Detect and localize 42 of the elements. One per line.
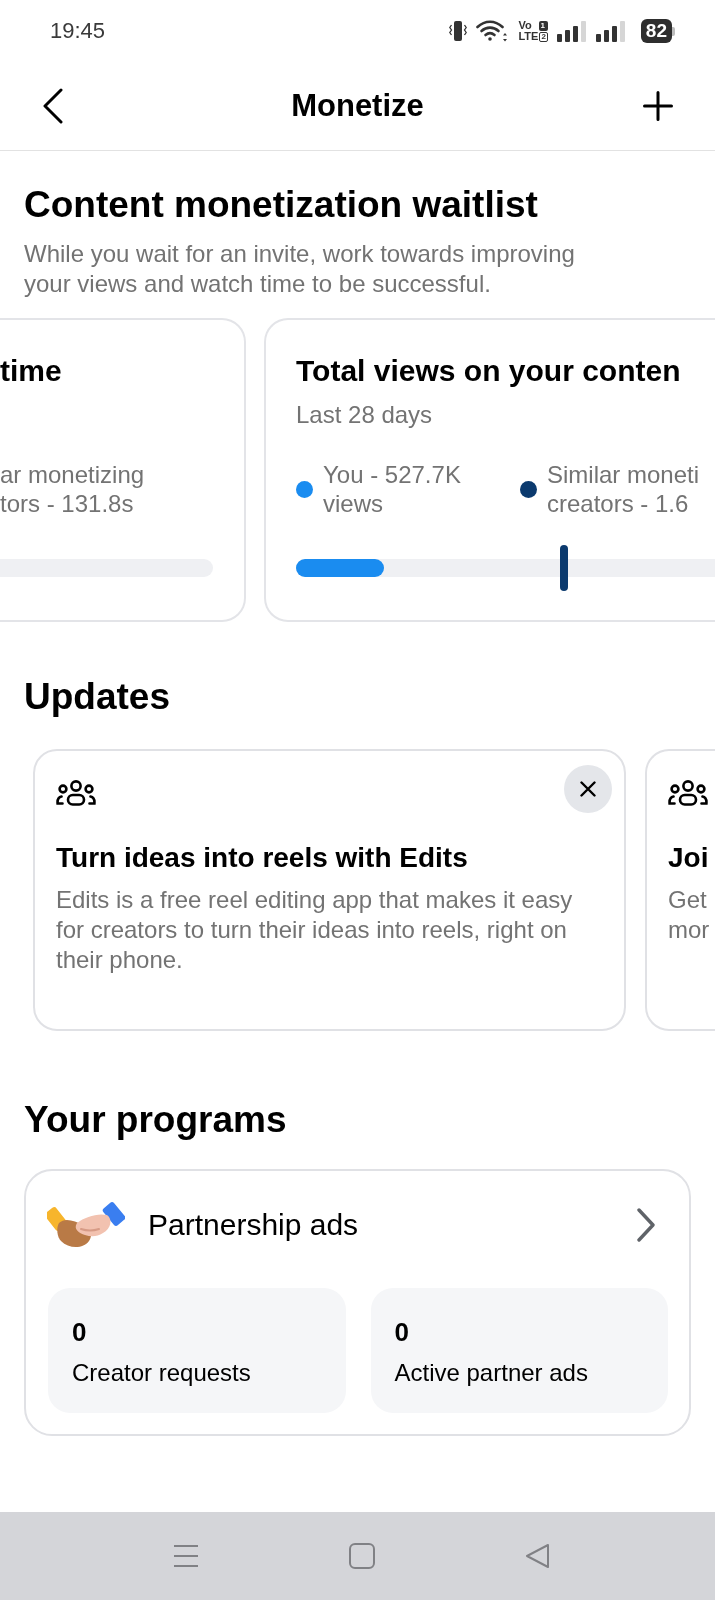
close-icon: [580, 781, 596, 797]
update-description: Edits is a free reel editing app that makes it easy for creators to turn their ideas into reels, right on their phone.: [56, 885, 574, 975]
network-label: LTE: [518, 31, 539, 42]
people-icon: [56, 779, 96, 807]
legend-label: ar monetizing tors - 131.8s: [0, 460, 145, 518]
section-heading: Your programs: [23, 1098, 288, 1142]
triangle-back-icon[interactable]: [525, 1543, 551, 1569]
close-button[interactable]: [564, 765, 612, 813]
add-button[interactable]: [643, 91, 673, 121]
program-name: Partnership ads: [148, 1207, 359, 1243]
status-time: 19:45: [50, 18, 106, 44]
program-card[interactable]: Partnership ads 0 Creator requests 0 Active partner ads: [24, 1169, 691, 1436]
square-icon[interactable]: [349, 1543, 375, 1569]
legend-label: Similar moneti creators - 1.6: [547, 460, 700, 518]
vibrate-icon: [449, 19, 468, 43]
network-label: Vo: [518, 20, 533, 31]
people-icon: [668, 779, 708, 807]
signal-icon: [595, 20, 626, 42]
section-description: While you wait for an invite, work towards improving your views and watch time to be successful.: [24, 239, 576, 299]
page-title: Monetize: [291, 87, 424, 125]
sim-badge: 1: [539, 20, 548, 31]
section-heading: Content monetization waitlist: [24, 183, 539, 227]
metric-title: time: [0, 353, 63, 389]
metric-title: Total views on your conten: [296, 353, 682, 389]
signal-icon: [556, 20, 587, 42]
back-icon: [42, 88, 64, 124]
stat-label: Creator requests: [72, 1358, 252, 1388]
wifi-icon: [476, 20, 510, 42]
stat-value: 0: [394, 1316, 410, 1348]
update-title: Turn ideas into reels with Edits: [56, 841, 469, 875]
update-description: Get mor: [668, 885, 711, 945]
menu-icon[interactable]: [173, 1544, 199, 1568]
battery-indicator: 82: [640, 19, 675, 43]
plus-icon: [643, 91, 673, 121]
update-title: Joi: [668, 841, 710, 875]
period-label: Last 28 days: [296, 401, 433, 428]
chevron-right-icon: [636, 1208, 656, 1242]
section-heading: Updates: [23, 675, 171, 719]
stat-label: Active partner ads: [394, 1358, 589, 1388]
legend-label: You - 527.7K views: [323, 460, 461, 518]
stat-value: 0: [72, 1316, 88, 1348]
sim-badge: 2: [539, 31, 548, 42]
